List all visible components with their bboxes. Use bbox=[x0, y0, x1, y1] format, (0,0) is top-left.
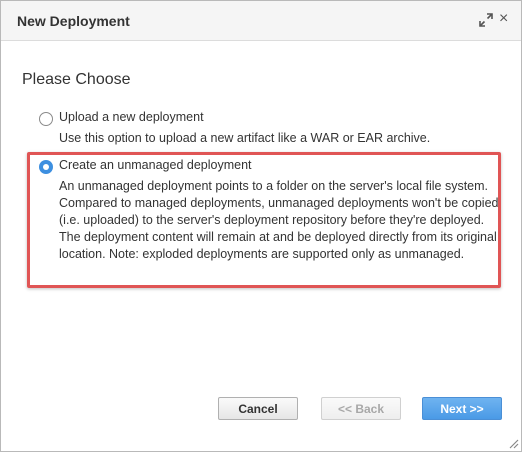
upload-deployment-description: Use this option to upload a new artifact… bbox=[59, 131, 431, 145]
upload-deployment-radio[interactable] bbox=[39, 112, 53, 126]
dialog-title: New Deployment bbox=[17, 13, 130, 29]
upload-deployment-label[interactable]: Upload a new deployment bbox=[59, 110, 204, 124]
resize-grip-icon[interactable] bbox=[507, 437, 519, 449]
unmanaged-deployment-description: An unmanaged deployment points to a fold… bbox=[59, 179, 499, 261]
maximize-icon[interactable] bbox=[479, 13, 493, 27]
back-button[interactable]: << Back bbox=[321, 397, 401, 420]
close-icon[interactable]: × bbox=[499, 10, 508, 28]
unmanaged-deployment-label[interactable]: Create an unmanaged deployment bbox=[59, 158, 252, 172]
unmanaged-deployment-radio[interactable] bbox=[39, 160, 53, 174]
page-heading: Please Choose bbox=[22, 71, 131, 88]
new-deployment-dialog: New Deployment × Please Choose Upload a … bbox=[0, 0, 522, 452]
next-button[interactable]: Next >> bbox=[422, 397, 502, 420]
cancel-button[interactable]: Cancel bbox=[218, 397, 298, 420]
dialog-titlebar: New Deployment × bbox=[1, 1, 521, 41]
